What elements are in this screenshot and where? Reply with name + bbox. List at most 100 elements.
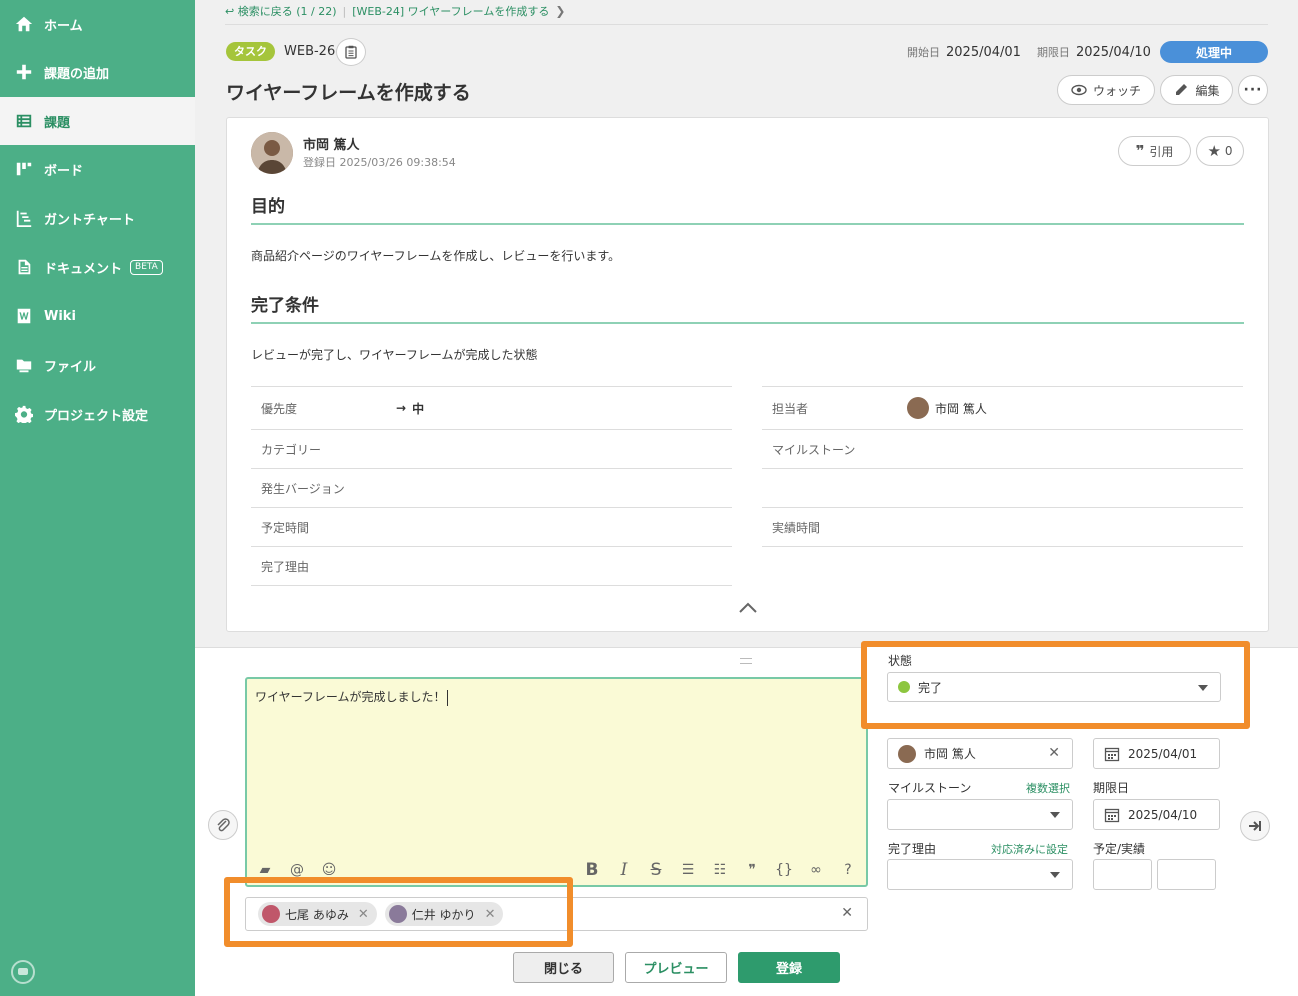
arrow-right-to-line-icon (1249, 821, 1261, 831)
arrow-right-icon: → (396, 401, 407, 415)
calendar-icon (1104, 808, 1120, 822)
mention-icon[interactable]: @ (287, 862, 307, 878)
drag-handle[interactable] (740, 658, 752, 664)
close-icon[interactable]: ✕ (358, 907, 369, 922)
sidebar-item-gantt[interactable]: ガントチャート (0, 194, 195, 242)
due-date-value: 2025/04/10 (1075, 44, 1151, 60)
property-label: 優先度 (261, 401, 298, 416)
start-date-value: 2025/04/01 (946, 44, 1021, 60)
expand-panel-button[interactable] (1240, 811, 1270, 841)
sidebar-item-project-settings[interactable]: プロジェクト設定 (0, 390, 195, 438)
status-select[interactable]: 完了 (887, 672, 1221, 702)
code-icon[interactable]: {} (774, 862, 794, 878)
gear-icon (14, 404, 34, 424)
sidebar-item-label: 課題の追加 (44, 66, 110, 82)
property-actual-hours: 実績時間 (762, 508, 1243, 547)
preview-button[interactable]: プレビュー (625, 952, 727, 983)
comment-textarea[interactable]: ワイヤーフレームが完成しました！ ▰ @ ☺ B I S ☰ ☷ ❞ {} ∞ … (245, 677, 868, 887)
multi-select-link[interactable]: 複数選択 (1026, 780, 1070, 796)
close-icon[interactable]: ✕ (485, 907, 496, 922)
bullet-list-icon[interactable]: ☰ (678, 862, 698, 878)
property-label: 予定時間 (261, 520, 310, 535)
sidebar-item-documents[interactable]: ドキュメント BETA (0, 243, 195, 291)
status-badge: 処理中 (1160, 41, 1268, 63)
attach-file-button[interactable] (208, 810, 238, 840)
eye-icon (1071, 84, 1087, 96)
folder-icon[interactable]: ▰ (255, 862, 275, 878)
chevron-down-icon (1198, 685, 1208, 691)
link-icon[interactable]: ∞ (806, 862, 826, 878)
italic-icon[interactable]: I (614, 860, 634, 880)
sidebar-item-board[interactable]: ボード (0, 145, 195, 193)
property-label: 実績時間 (772, 520, 821, 535)
avatar (898, 744, 916, 763)
notify-users-field[interactable]: 七尾 あゆみ ✕ 仁井 ゆかり ✕ ✕ (245, 897, 868, 931)
status-label: 状態 (888, 654, 913, 668)
estimated-hours-input[interactable] (1093, 859, 1152, 890)
set-resolved-link[interactable]: 対応済みに設定 (991, 841, 1068, 857)
document-icon (14, 257, 34, 277)
property-value: → 中 (396, 401, 425, 416)
text-caret (446, 689, 448, 706)
beta-badge: BETA (130, 259, 163, 275)
emoji-icon[interactable]: ☺ (319, 862, 339, 878)
sidebar-item-label: 課題 (44, 115, 71, 131)
milestone-select[interactable] (887, 799, 1073, 830)
chevron-right-icon[interactable]: ❯ (555, 4, 565, 18)
close-button[interactable]: 閉じる (513, 952, 614, 983)
star-button[interactable]: ★ 0 (1196, 136, 1244, 166)
folder-icon (14, 355, 34, 375)
resolution-select[interactable] (887, 859, 1073, 890)
close-icon[interactable]: ✕ (1048, 745, 1060, 761)
quote-icon[interactable]: ❞ (742, 862, 762, 878)
sidebar-item-label: ボード (44, 163, 84, 179)
sidebar-item-add-issue[interactable]: 課題の追加 (0, 48, 195, 96)
help-icon[interactable]: ? (838, 862, 858, 878)
avatar (388, 905, 407, 923)
wiki-icon (14, 306, 34, 326)
avatar (262, 905, 280, 923)
sidebar-item-issues[interactable]: 課題 (0, 97, 195, 145)
property-empty (762, 469, 1243, 508)
actual-hours-input[interactable] (1157, 859, 1216, 890)
board-icon (14, 159, 34, 179)
clipboard-icon (345, 45, 357, 59)
property-label: 発生バージョン (261, 481, 345, 496)
main-content: ↩ 検索に戻る (1 / 22) | [WEB-24] ワイヤーフレームを作成す… (195, 0, 1298, 996)
highlight-box: 状態 完了 (861, 641, 1250, 729)
property-label: マイルストーン (772, 442, 856, 457)
breadcrumb-current-issue[interactable]: [WEB-24] ワイヤーフレームを作成する (352, 3, 549, 19)
strikethrough-icon[interactable]: S (646, 860, 666, 880)
bold-icon[interactable]: B (582, 860, 602, 880)
numbered-list-icon[interactable]: ☷ (710, 862, 730, 878)
property-label: 完了理由 (261, 559, 310, 574)
watch-button[interactable]: ウォッチ (1057, 75, 1155, 105)
submit-button[interactable]: 登録 (738, 952, 840, 983)
sidebar-item-label: ドキュメント (44, 261, 123, 277)
property-resolution: 完了理由 (251, 547, 732, 586)
property-label: カテゴリー (261, 442, 322, 457)
back-to-search-link[interactable]: ↩ 検索に戻る (1 / 22) (225, 3, 337, 19)
clear-icon[interactable]: ✕ (841, 905, 853, 921)
section-heading: 完了条件 (251, 291, 1244, 324)
issue-detail-card: 市岡 篤人 登録日 2025/03/26 09:38:54 ❞ 引用 ★ 0 目… (226, 117, 1269, 632)
section-text: レビューが完了し、ワイヤーフレームが完成した状態 (251, 348, 538, 362)
copy-key-button[interactable] (336, 38, 366, 66)
chevron-up-icon[interactable] (737, 600, 759, 616)
quote-icon: ❞ (1135, 142, 1145, 160)
property-category: カテゴリー (251, 430, 732, 469)
more-options-button[interactable]: ··· (1238, 75, 1268, 105)
comment-editor-panel: ワイヤーフレームが完成しました！ ▰ @ ☺ B I S ☰ ☷ ❞ {} ∞ … (195, 641, 1298, 996)
due-date-input[interactable]: 2025/04/10 (1093, 799, 1220, 830)
start-date-input[interactable]: 2025/04/01 (1093, 738, 1220, 769)
edit-label: 編集 (1195, 83, 1220, 98)
chat-icon[interactable] (11, 960, 35, 984)
assignee-select[interactable]: 市岡 篤人 ✕ (887, 738, 1073, 769)
home-icon (14, 14, 34, 34)
sidebar-item-home[interactable]: ホーム (0, 0, 195, 48)
sidebar-item-files[interactable]: ファイル (0, 341, 195, 389)
pencil-icon (1176, 84, 1188, 95)
sidebar-item-wiki[interactable]: Wiki (0, 292, 195, 340)
quote-button[interactable]: ❞ 引用 (1118, 136, 1191, 166)
edit-button[interactable]: 編集 (1160, 75, 1233, 105)
